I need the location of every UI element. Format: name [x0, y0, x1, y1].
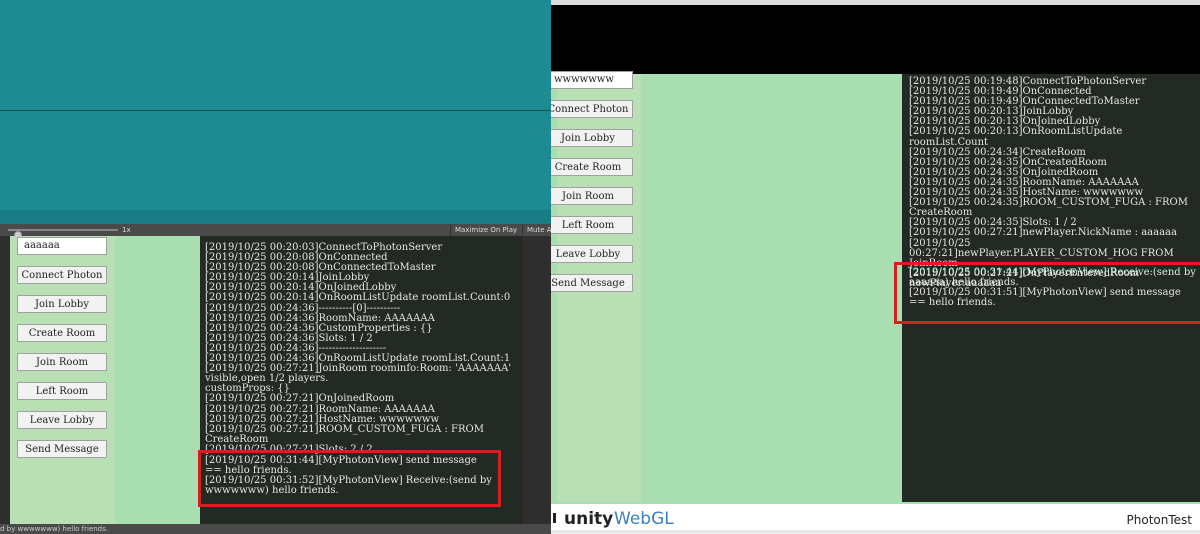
webgl-logo-text: WebGL — [614, 509, 674, 529]
log-line: [2019/10/25 00:27:21]newPlayer.NickName … — [909, 227, 1177, 239]
maximize-on-play-toggle[interactable]: Maximize On Play — [450, 224, 521, 236]
join-room-button[interactable]: Join Room — [551, 187, 633, 205]
left-room-button[interactable]: Left Room — [551, 216, 633, 234]
join-room-button[interactable]: Join Room — [17, 353, 107, 371]
scale-label: 1x — [122, 226, 131, 234]
console-status-bar: d by wwwwwww) hello friends. — [0, 524, 557, 534]
create-room-button[interactable]: Create Room — [17, 324, 107, 342]
scene-strip — [0, 210, 557, 224]
room-name-input[interactable]: aaaaaa — [17, 237, 107, 255]
unity-logo-icon — [553, 513, 564, 523]
log-line: [2019/10/25 00:24:35]ROOM_CUSTOM_FUGA : … — [909, 197, 1188, 219]
scale-slider[interactable] — [8, 229, 118, 239]
room-name-input[interactable]: wwwwwww — [551, 71, 633, 89]
create-room-button[interactable]: Create Room — [551, 158, 633, 176]
left-room-button[interactable]: Left Room — [17, 382, 107, 400]
log-line: [2019/10/25 00:27:21]JoinRoom roominfo:R… — [205, 363, 515, 385]
leave-lobby-button[interactable]: Leave Lobby — [551, 245, 633, 263]
join-lobby-button[interactable]: Join Lobby — [17, 295, 107, 313]
log-text: [2019/10/25 00:20:03]ConnectToPhotonServ… — [205, 242, 517, 455]
leave-lobby-button[interactable]: Leave Lobby — [17, 411, 107, 429]
log-text: [2019/10/25 00:19:48]ConnectToPhotonServ… — [909, 76, 1200, 289]
send-message-button[interactable]: Send Message — [17, 440, 107, 458]
join-lobby-button[interactable]: Join Lobby — [551, 129, 633, 147]
highlight-box — [198, 450, 501, 507]
footer-bar — [551, 530, 1200, 534]
unity-logo-text: unity — [564, 509, 614, 529]
log-line: [2019/10/25 00:20:13]OnRoomListUpdate ro… — [909, 126, 1123, 148]
app-title: PhotonTest — [1126, 513, 1192, 527]
webgl-player: wwwwwww Connect Photon Join Lobby Create… — [551, 0, 1200, 534]
redacted-header — [551, 5, 1200, 74]
webgl-footer: unity WebGL PhotonTest — [551, 504, 1200, 534]
green-area — [115, 236, 200, 524]
editor-game-view: 1x Maximize On Play Mute Audio aaaaaa Co… — [0, 0, 557, 534]
horizon-line — [0, 110, 557, 111]
game-view-toolbar: 1x Maximize On Play Mute Audio — [0, 224, 557, 239]
highlight-box — [894, 262, 1200, 324]
log-line: [2019/10/25 00:27:21]OnJoinedRoom — [205, 393, 395, 405]
scene-background — [0, 0, 557, 210]
log-line: [2019/10/25 00:27:21]ROOM_CUSTOM_FUGA : … — [205, 423, 488, 445]
connect-photon-button[interactable]: Connect Photon — [551, 100, 633, 118]
connect-photon-button[interactable]: Connect Photon — [17, 266, 107, 284]
send-message-button[interactable]: Send Message — [551, 274, 633, 292]
